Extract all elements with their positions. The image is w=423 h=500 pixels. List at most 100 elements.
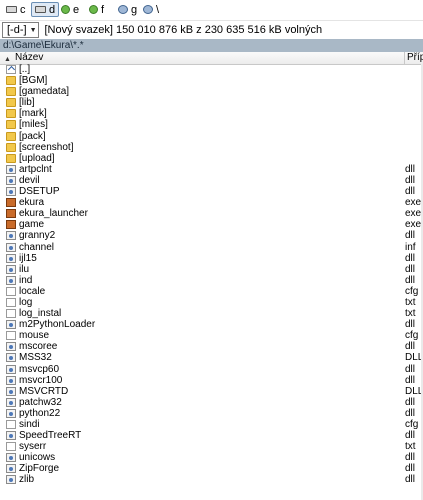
file-name: [miles] xyxy=(19,119,48,131)
file-row[interactable]: log txt xyxy=(0,297,423,308)
file-row[interactable]: ekura_launcher exe xyxy=(0,208,423,219)
drive-label: d xyxy=(49,3,56,16)
file-row[interactable]: artpclnt dll xyxy=(0,164,423,175)
drive-button-d[interactable]: d xyxy=(31,2,60,17)
file-row[interactable]: SpeedTreeRT dll xyxy=(0,430,423,441)
file-row[interactable]: MSVCRTD DLL xyxy=(0,386,423,397)
file-row[interactable]: msvcr100 dll xyxy=(0,375,423,386)
drive-button-g[interactable]: g xyxy=(115,2,140,17)
text-file-icon xyxy=(6,297,16,307)
file-name: granny2 xyxy=(19,230,56,242)
file-row[interactable]: [..] xyxy=(0,64,423,75)
file-row[interactable]: [miles] xyxy=(0,119,423,130)
application-icon xyxy=(6,209,16,219)
dll-file-icon xyxy=(6,242,16,252)
file-ext: dll xyxy=(405,230,416,242)
file-name: [BGM] xyxy=(19,75,48,87)
file-name: ZipForge xyxy=(19,463,60,475)
file-row[interactable]: granny2 dll xyxy=(0,230,423,241)
file-name: sindi xyxy=(19,419,40,430)
file-name: msvcr100 xyxy=(19,374,63,386)
file-row[interactable]: MSS32 DLL xyxy=(0,352,423,363)
application-icon xyxy=(6,220,16,230)
file-ext: txt xyxy=(405,308,416,320)
drive-button-e[interactable]: e xyxy=(58,2,82,17)
file-name: DSETUP xyxy=(19,186,60,198)
file-row[interactable]: mouse cfg xyxy=(0,330,423,341)
file-name: MSVCRTD xyxy=(19,385,69,397)
file-ext: dll xyxy=(405,463,416,475)
dll-file-icon xyxy=(6,231,16,241)
file-row[interactable]: syserr txt xyxy=(0,441,423,452)
file-name: [screenshot] xyxy=(19,141,74,153)
file-ext: dll xyxy=(405,263,416,275)
folder-icon xyxy=(6,131,16,141)
drive-label: e xyxy=(73,3,80,16)
dll-file-icon xyxy=(6,364,16,374)
cd-drive-icon xyxy=(61,5,70,14)
file-row[interactable]: DSETUP dll xyxy=(0,186,423,197)
file-row[interactable]: ind dll xyxy=(0,275,423,286)
file-name: m2PythonLoader xyxy=(19,319,96,331)
file-row[interactable]: [upload] xyxy=(0,153,423,164)
folder-icon xyxy=(6,153,16,163)
column-header-name[interactable]: Název xyxy=(15,52,43,64)
dll-file-icon xyxy=(6,253,16,263)
file-row[interactable]: sindi cfg xyxy=(0,419,423,430)
file-row[interactable]: locale cfg xyxy=(0,286,423,297)
folder-icon xyxy=(6,120,16,130)
file-row[interactable]: channel inf xyxy=(0,242,423,253)
dll-file-icon xyxy=(6,475,16,485)
drive-button-c[interactable]: c xyxy=(3,2,29,17)
drive-button-f[interactable]: f xyxy=(86,2,107,17)
current-path[interactable]: d:\Game\Ekura\*.* xyxy=(0,39,423,52)
file-name: log_instal xyxy=(19,308,62,320)
file-row[interactable]: ilu dll xyxy=(0,264,423,275)
dll-file-icon xyxy=(6,408,16,418)
drive-select[interactable]: [-d-] ▼ xyxy=(2,22,39,38)
file-row[interactable]: [pack] xyxy=(0,131,423,142)
file-row[interactable]: m2PythonLoader dll xyxy=(0,319,423,330)
file-ext: dll xyxy=(405,474,416,486)
dll-file-icon xyxy=(6,386,16,396)
file-row[interactable]: ZipForge dll xyxy=(0,463,423,474)
column-header-ext[interactable]: Příp xyxy=(404,52,423,64)
file-row[interactable]: devil dll xyxy=(0,175,423,186)
file-ext: txt xyxy=(405,296,416,308)
file-row[interactable]: mscoree dll xyxy=(0,341,423,352)
file-ext: dll xyxy=(405,452,416,464)
file-ext: dll xyxy=(405,174,416,186)
file-row[interactable]: zlib dll xyxy=(0,474,423,485)
file-row[interactable]: ekura exe xyxy=(0,197,423,208)
file-name: unicows xyxy=(19,452,56,464)
volume-info-bar: [-d-] ▼ [Nový svazek] 150 010 876 kB z 2… xyxy=(0,21,423,39)
file-name: python22 xyxy=(19,407,61,419)
file-ext: exe xyxy=(405,197,422,209)
file-name: [gamedata] xyxy=(19,86,70,98)
file-name: msvcp60 xyxy=(19,363,60,375)
drive-label: f xyxy=(101,3,105,16)
file-row[interactable]: [gamedata] xyxy=(0,86,423,97)
file-row[interactable]: msvcp60 dll xyxy=(0,364,423,375)
file-row[interactable]: python22 dll xyxy=(0,408,423,419)
file-row[interactable]: [lib] xyxy=(0,97,423,108)
file-name: [upload] xyxy=(19,152,55,164)
file-row[interactable]: patchw32 dll xyxy=(0,397,423,408)
dll-file-icon xyxy=(6,375,16,385)
file-name: devil xyxy=(19,174,40,186)
file-row[interactable]: game exe xyxy=(0,219,423,230)
file-ext: dll xyxy=(405,341,416,353)
file-name: log xyxy=(19,296,33,308)
file-name: locale xyxy=(19,285,46,297)
file-row[interactable]: ijl15 dll xyxy=(0,253,423,264)
drive-button-network[interactable]: \ xyxy=(140,2,162,17)
file-row[interactable]: [mark] xyxy=(0,108,423,119)
file-name: ekura_launcher xyxy=(19,208,88,220)
file-name: ind xyxy=(19,274,33,286)
file-ext: txt xyxy=(405,441,416,453)
file-row[interactable]: [BGM] xyxy=(0,75,423,86)
file-row[interactable]: [screenshot] xyxy=(0,142,423,153)
file-ext: dll xyxy=(405,274,416,286)
file-row[interactable]: unicows dll xyxy=(0,452,423,463)
file-row[interactable]: log_instal txt xyxy=(0,308,423,319)
